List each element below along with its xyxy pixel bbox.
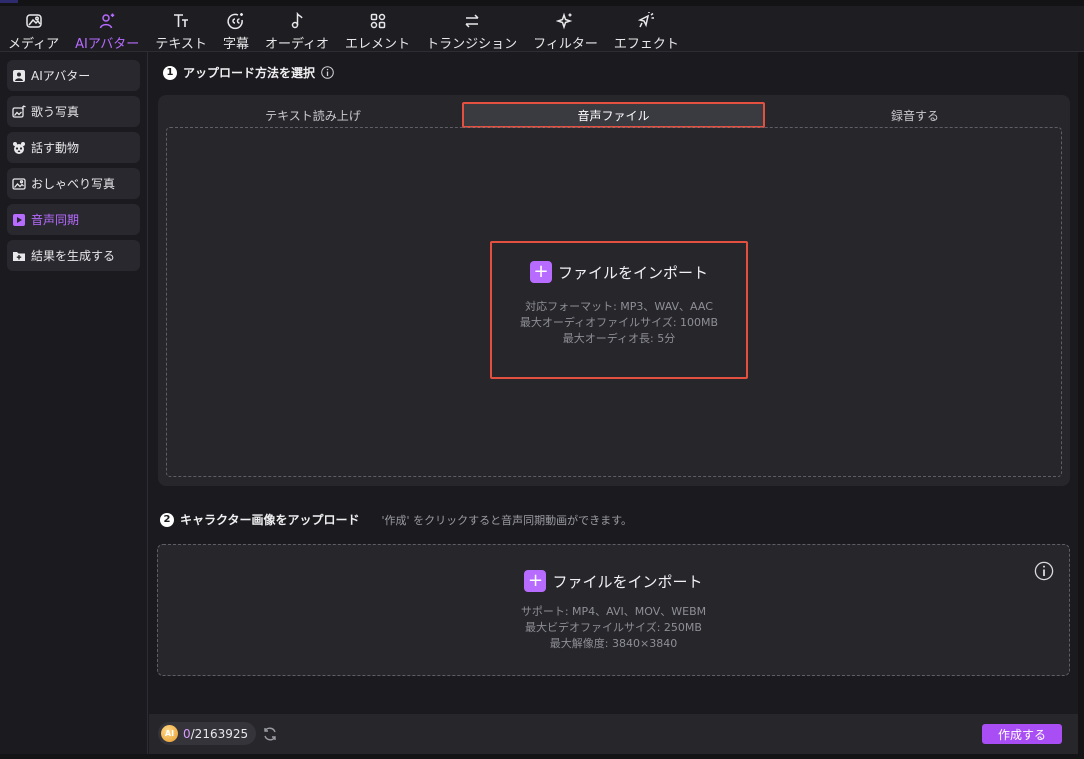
step2-heading: 2 キャラクター画像をアップロード '作成' をクリックすると音声同期動画ができ… bbox=[160, 511, 632, 528]
refresh-icon[interactable] bbox=[262, 726, 278, 742]
sidebar: AIアバター 歌う写真 話す動物 おしゃべり写真 音声同期 結果を生成する bbox=[0, 52, 148, 759]
audio-dropzone[interactable]: + ファイルをインポート 対応フォーマット: MP3、WAV、AAC 最大オーデ… bbox=[166, 127, 1062, 477]
credits-total: /2163925 bbox=[190, 726, 249, 741]
import-image-row[interactable]: + ファイルをインポート bbox=[158, 570, 1069, 592]
tool-transition[interactable]: トランジション bbox=[418, 6, 525, 52]
sidebar-item-label: おしゃべり写真 bbox=[31, 177, 116, 191]
import-audio-row: + ファイルをインポート bbox=[492, 261, 746, 283]
talking-animal-icon bbox=[13, 141, 25, 154]
window-strip-accent bbox=[0, 0, 18, 3]
sidebar-item-singing-photo[interactable]: 歌う写真 bbox=[7, 96, 140, 127]
toolbar-tools: メディア AIアバター テキスト 字幕 オーディオ エレメント トランジション bbox=[0, 6, 687, 52]
lip-sync-icon bbox=[13, 213, 25, 226]
tool-audio-label: オーディオ bbox=[264, 37, 330, 52]
generate-result-icon bbox=[13, 251, 25, 261]
plus-icon: + bbox=[529, 261, 552, 283]
footer-bar: AI 0/2163925 作成する bbox=[149, 714, 1078, 754]
sidebar-item-talking-animal[interactable]: 話す動物 bbox=[7, 132, 140, 163]
tab-text-to-speech[interactable]: テキスト読み上げ bbox=[158, 103, 468, 127]
avatar-icon bbox=[13, 69, 25, 82]
sidebar-item-lip-sync[interactable]: 音声同期 bbox=[7, 204, 140, 235]
ai-coin-icon: AI bbox=[161, 725, 178, 742]
upload-method-panel: テキスト読み上げ 音声ファイル 録音する + ファイルをインポート 対応フォーマ… bbox=[158, 95, 1070, 486]
audio-length-spec: 最大オーディオ長: 5分 bbox=[562, 332, 676, 345]
tool-effect-label: エフェクト bbox=[613, 37, 679, 52]
sidebar-item-label: 歌う写真 bbox=[31, 105, 80, 119]
tool-subtitle-label: 字幕 bbox=[222, 37, 249, 52]
tool-media[interactable]: メディア bbox=[0, 6, 67, 52]
tool-ai-avatar-label: AIアバター bbox=[75, 37, 140, 52]
tool-filter[interactable]: フィルター bbox=[525, 6, 606, 52]
tool-transition-label: トランジション bbox=[426, 37, 518, 52]
step2-hint: '作成' をクリックすると音声同期動画ができます。 bbox=[381, 513, 632, 527]
info-icon[interactable] bbox=[321, 66, 334, 79]
subtitle-icon bbox=[227, 13, 243, 30]
talking-photo-icon bbox=[12, 177, 26, 190]
tool-effect[interactable]: エフェクト bbox=[606, 6, 687, 52]
step2-title: キャラクター画像をアップロード bbox=[180, 513, 360, 527]
import-audio-button[interactable]: + ファイルをインポート 対応フォーマット: MP3、WAV、AAC 最大オーデ… bbox=[490, 241, 748, 379]
singing-photo-icon bbox=[12, 104, 26, 118]
effect-icon bbox=[638, 12, 655, 28]
sidebar-item-label: AIアバター bbox=[31, 69, 91, 83]
sidebar-item-label: 音声同期 bbox=[31, 213, 80, 227]
video-format-spec: サポート: MP4、AVI、MOV、WEBM bbox=[520, 605, 707, 618]
tool-element-label: エレメント bbox=[345, 37, 411, 52]
sidebar-item-talking-photo[interactable]: おしゃべり写真 bbox=[7, 168, 140, 199]
text-icon bbox=[174, 14, 189, 27]
step1-heading: 1 アップロード方法を選択 bbox=[163, 64, 334, 81]
create-button[interactable]: 作成する bbox=[982, 724, 1062, 744]
top-toolbar: メディア AIアバター テキスト 字幕 オーディオ エレメント トランジション bbox=[0, 0, 1084, 52]
credit-count: 0/2163925 bbox=[183, 727, 248, 741]
tool-audio[interactable]: オーディオ bbox=[257, 6, 337, 52]
credit-badge: AI 0/2163925 bbox=[158, 722, 257, 745]
filter-icon bbox=[556, 12, 573, 30]
ai-avatar-icon bbox=[99, 13, 115, 29]
video-resolution-spec: 最大解像度: 3840×3840 bbox=[549, 637, 678, 650]
tool-subtitle[interactable]: 字幕 bbox=[215, 6, 257, 52]
sidebar-item-label: 話す動物 bbox=[31, 141, 80, 155]
step1-number: 1 bbox=[163, 65, 177, 80]
audio-size-spec: 最大オーディオファイルサイズ: 100MB bbox=[519, 316, 719, 329]
tab-audio-file[interactable]: 音声ファイル bbox=[462, 102, 765, 128]
upload-method-tabs: テキスト読み上げ 音声ファイル 録音する bbox=[158, 95, 1070, 128]
window-right-edge bbox=[1078, 52, 1084, 759]
tool-text[interactable]: テキスト bbox=[147, 6, 215, 52]
video-size-spec: 最大ビデオファイルサイズ: 250MB bbox=[525, 621, 702, 634]
media-icon bbox=[25, 14, 42, 28]
transition-icon bbox=[465, 14, 479, 28]
element-icon bbox=[370, 13, 385, 29]
sidebar-item-generate-result[interactable]: 結果を生成する bbox=[7, 240, 140, 271]
tool-ai-avatar[interactable]: AIアバター bbox=[67, 6, 147, 52]
step2-number: 2 bbox=[160, 512, 174, 527]
sidebar-item-label: 結果を生成する bbox=[31, 249, 116, 263]
window-bottom-edge bbox=[0, 754, 1084, 759]
audio-icon bbox=[291, 12, 303, 29]
tool-media-label: メディア bbox=[8, 37, 60, 52]
sidebar-item-ai-avatar[interactable]: AIアバター bbox=[7, 60, 140, 91]
credits-used: 0 bbox=[183, 726, 191, 741]
audio-format-spec: 対応フォーマット: MP3、WAV、AAC bbox=[525, 300, 713, 313]
import-image-label: ファイルをインポート bbox=[552, 572, 703, 591]
tool-element[interactable]: エレメント bbox=[337, 6, 418, 52]
plus-icon: + bbox=[524, 570, 547, 592]
tool-text-label: テキスト bbox=[155, 37, 207, 52]
import-audio-label: ファイルをインポート bbox=[557, 263, 708, 282]
tool-filter-label: フィルター bbox=[533, 37, 598, 52]
step1-title: アップロード方法を選択 bbox=[183, 66, 316, 80]
character-image-dropzone[interactable]: + ファイルをインポート サポート: MP4、AVI、MOV、WEBM 最大ビデ… bbox=[157, 544, 1070, 676]
tab-record[interactable]: 録音する bbox=[765, 103, 1065, 127]
